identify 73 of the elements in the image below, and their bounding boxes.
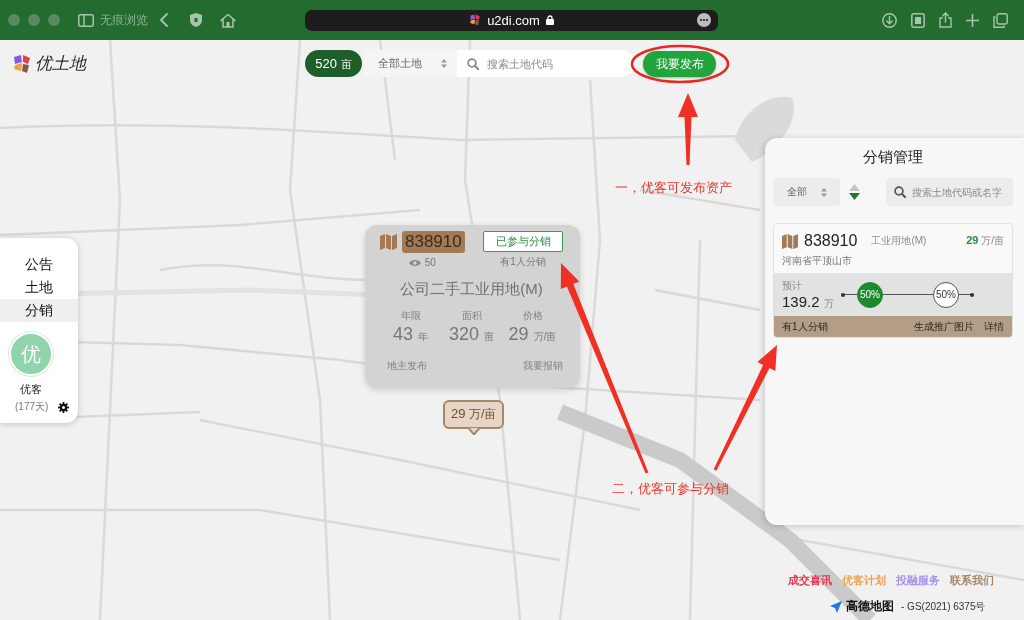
search-icon: [894, 186, 906, 198]
new-tab-icon[interactable]: [966, 13, 979, 27]
stat-value: 29 万/亩: [508, 324, 557, 346]
footer-link[interactable]: 联系我们: [950, 573, 994, 588]
user-name: 优客: [20, 382, 42, 397]
menu-item[interactable]: 分销: [0, 299, 78, 322]
select-caret-icon: [820, 187, 827, 197]
logo-icon: [12, 53, 32, 74]
estimate-label: 预计: [782, 278, 803, 293]
distributor-count: 有1人分销: [782, 319, 828, 334]
land-price: 29 万/亩: [966, 234, 1004, 248]
area-count: 520 亩: [305, 50, 362, 77]
filter-select[interactable]: 全部: [773, 178, 840, 206]
card-action-link[interactable]: 生成推广图片: [914, 319, 974, 334]
publisher-label: 地主发布: [387, 359, 427, 373]
settings-icon[interactable]: [58, 401, 70, 413]
land-code: 838910: [804, 232, 858, 250]
estimate-value: 139.2 万: [782, 292, 835, 311]
card-action-link[interactable]: 详情: [984, 319, 1004, 334]
stat-label: 价格: [522, 310, 543, 322]
membership-days: (177天): [15, 400, 49, 414]
sidebar-icon[interactable]: [78, 13, 94, 27]
map-icon: [380, 234, 397, 250]
stat-value: 320 亩: [448, 324, 495, 346]
private-mode-label: 无痕浏览: [100, 11, 148, 29]
address-bar[interactable]: u2di.com: [305, 9, 718, 31]
share-percent: 50%: [857, 281, 883, 308]
publish-button[interactable]: 我要发布: [643, 51, 716, 77]
view-count: 50: [424, 257, 436, 269]
land-code: 838910: [402, 231, 465, 253]
tabs-icon[interactable]: [993, 12, 1008, 28]
annotation-arrow: [678, 93, 698, 165]
pointer-icon: [467, 428, 480, 435]
footer-link[interactable]: 成交喜讯: [788, 573, 832, 588]
dot-icon: [841, 292, 845, 297]
search-field[interactable]: 搜索土地代码或名字: [886, 178, 1013, 206]
home-icon[interactable]: [220, 12, 236, 28]
map-license: - GS(2021) 6375号: [901, 599, 986, 614]
distribution-status-button[interactable]: 已参与分销: [483, 231, 563, 252]
site-logo-icon: [469, 14, 482, 26]
search-field[interactable]: 搜索土地代码: [457, 50, 635, 77]
map-icon: [782, 233, 798, 249]
dot-icon: [970, 292, 974, 297]
distributor-count: 有1人分销: [500, 256, 546, 268]
price-marker[interactable]: 29 万/亩: [443, 400, 505, 429]
lock-icon: [545, 15, 554, 25]
extension-icon[interactable]: [911, 12, 925, 28]
stat-label: 年限: [400, 310, 421, 322]
stat-value: 43 年: [392, 324, 428, 346]
sort-icon[interactable]: [849, 184, 860, 200]
menu-item[interactable]: 土地: [0, 276, 78, 299]
land-type: 工业用地(M): [871, 234, 927, 248]
share-icon[interactable]: [939, 12, 952, 28]
annotation-text: 一，优客可发布资产: [615, 180, 732, 195]
annotation-text: 二，优客可参与分销: [612, 481, 729, 496]
map-brand: 高德地图: [846, 598, 894, 615]
shield-icon[interactable]: [190, 13, 202, 27]
avatar: 优: [9, 332, 53, 376]
eye-icon: [408, 259, 421, 267]
land-title: 公司二手工业用地(M): [399, 280, 544, 298]
search-icon: [467, 57, 479, 70]
back-icon[interactable]: [160, 13, 168, 27]
land-location: 河南省平顶山市: [782, 254, 853, 268]
stat-label: 面积: [461, 310, 482, 322]
more-icon[interactable]: [697, 13, 711, 27]
land-type-select[interactable]: 全部土地: [364, 50, 457, 77]
select-caret-icon: [441, 59, 447, 68]
menu-item[interactable]: 公告: [0, 253, 78, 276]
download-icon[interactable]: [882, 12, 897, 28]
navigation-arrow-icon: [830, 600, 842, 613]
share-percent: 50%: [933, 281, 959, 308]
panel-title: 分销管理: [862, 148, 924, 166]
logo-text: 优土地: [35, 53, 86, 75]
